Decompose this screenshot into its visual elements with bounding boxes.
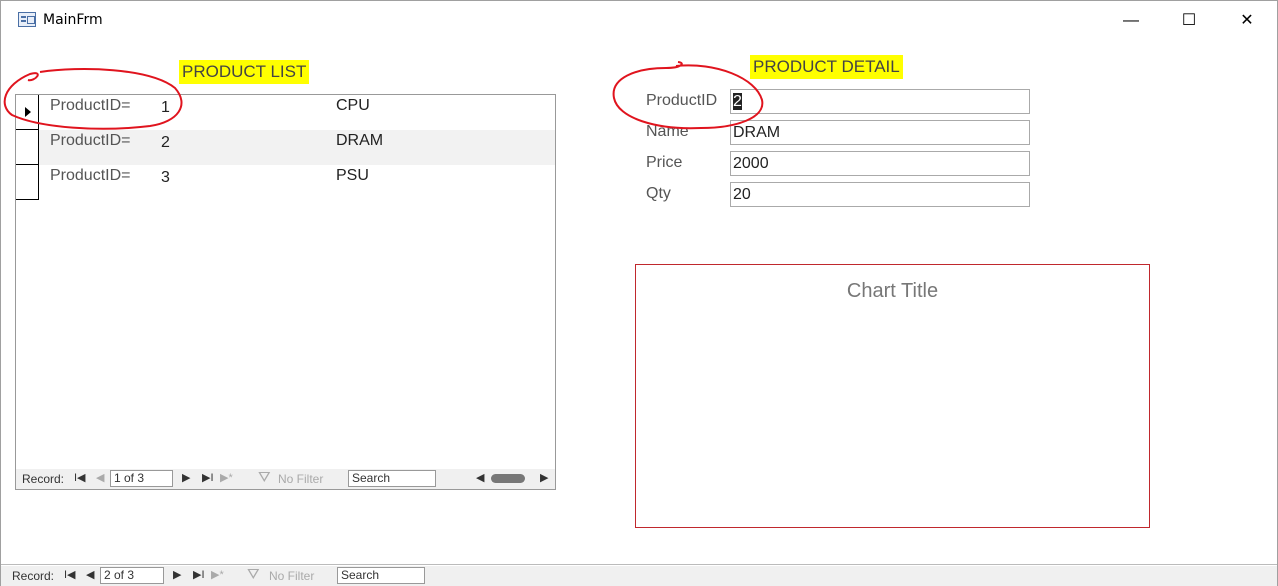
productid-field[interactable]: 2	[730, 89, 1030, 114]
list-row[interactable]: ProductID= 1 CPU	[16, 95, 555, 130]
row-name[interactable]: CPU	[336, 97, 370, 115]
row-id[interactable]: 2	[161, 134, 170, 152]
row-label: ProductID=	[50, 97, 131, 114]
filter-icon: ⛛	[258, 469, 271, 486]
product-detail-heading: PRODUCT DETAIL	[750, 55, 903, 79]
last-record-icon[interactable]: ▶I	[193, 568, 205, 581]
window-title: MainFrm	[43, 12, 103, 28]
chart-title: Chart Title	[846, 280, 939, 302]
list-row[interactable]: ProductID= 2 DRAM	[16, 130, 555, 165]
row-label: ProductID=	[50, 167, 131, 184]
record-selector[interactable]	[16, 165, 39, 200]
no-filter-button[interactable]: No Filter	[278, 472, 323, 486]
scroll-right-icon[interactable]: ▶	[540, 471, 548, 484]
price-field[interactable]: 2000	[730, 151, 1030, 176]
new-record-icon[interactable]: ▶*	[220, 471, 233, 484]
record-selector[interactable]	[16, 130, 39, 165]
name-label: Name	[646, 123, 689, 140]
first-record-icon[interactable]: I◀	[64, 568, 76, 581]
productid-label: ProductID	[646, 92, 718, 109]
qty-field[interactable]: 20	[730, 182, 1030, 207]
maximize-button[interactable]: ☐	[1169, 9, 1209, 33]
row-label: ProductID=	[50, 132, 131, 149]
scroll-left-icon[interactable]: ◀	[476, 471, 484, 484]
next-record-icon[interactable]: ▶	[182, 471, 190, 484]
row-id[interactable]: 1	[161, 99, 170, 117]
row-id[interactable]: 3	[161, 169, 170, 187]
price-label: Price	[646, 154, 683, 171]
close-button[interactable]: ✕	[1227, 9, 1267, 33]
filter-icon: ⛛	[247, 566, 260, 583]
horizontal-scrollbar-thumb[interactable]	[491, 474, 525, 483]
no-filter-button[interactable]: No Filter	[269, 569, 314, 583]
product-list-subform[interactable]: ProductID= 1 CPU ProductID= 2 DRAM Produ…	[15, 94, 556, 490]
prev-record-icon[interactable]: ◀	[86, 568, 94, 581]
product-list-heading: PRODUCT LIST	[179, 60, 310, 84]
status-divider	[1, 564, 1277, 565]
row-name[interactable]: DRAM	[336, 132, 383, 150]
search-input[interactable]: Search	[348, 470, 436, 487]
list-row[interactable]: ProductID= 3 PSU	[16, 165, 555, 200]
prev-record-icon[interactable]: ◀	[96, 471, 104, 484]
search-input[interactable]: Search	[337, 567, 425, 584]
form-icon	[18, 12, 36, 27]
subform-navigation-bar: Record: I◀ ◀ 1 of 3 ▶ ▶I ▶* ⛛ No Filter …	[16, 469, 555, 489]
next-record-icon[interactable]: ▶	[173, 568, 181, 581]
new-record-icon[interactable]: ▶*	[211, 568, 224, 581]
minimize-button[interactable]: —	[1111, 9, 1151, 33]
row-name[interactable]: PSU	[336, 167, 369, 185]
record-selector-current[interactable]	[16, 95, 39, 130]
title-bar: MainFrm — ☐ ✕	[1, 1, 1277, 41]
name-field[interactable]: DRAM	[730, 120, 1030, 145]
first-record-icon[interactable]: I◀	[74, 471, 86, 484]
chart-control[interactable]: Chart Title	[635, 264, 1150, 528]
main-navigation-bar: Record: I◀ ◀ 2 of 3 ▶ ▶I ▶* ⛛ No Filter …	[1, 566, 1277, 586]
productid-value: 2	[733, 93, 742, 110]
qty-label: Qty	[646, 185, 671, 202]
last-record-icon[interactable]: ▶I	[202, 471, 214, 484]
record-position-field[interactable]: 1 of 3	[110, 470, 173, 487]
record-label: Record:	[12, 569, 55, 583]
record-label: Record:	[22, 472, 65, 486]
record-position-field[interactable]: 2 of 3	[100, 567, 164, 584]
